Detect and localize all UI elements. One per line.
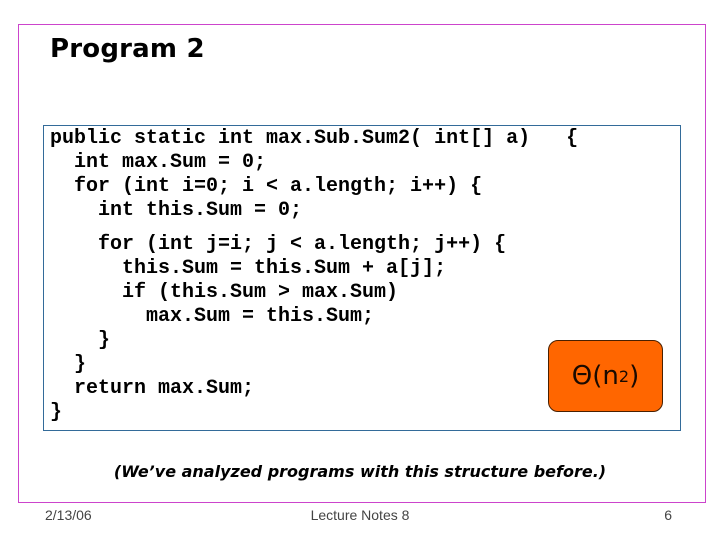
code-line: for (int j=i; j < a.length; j++) {: [50, 233, 507, 256]
footer-title: Lecture Notes 8: [310, 507, 410, 523]
slide-note: (We’ve analyzed programs with this struc…: [0, 462, 720, 481]
note-text: (We’ve analyzed programs with this struc…: [113, 462, 607, 481]
code-line: return max.Sum;: [50, 377, 255, 400]
code-line: }: [50, 329, 111, 352]
complexity-suffix: ): [629, 361, 640, 391]
complexity-badge: Θ(n 2): [548, 340, 663, 412]
code-line: if (this.Sum > max.Sum): [50, 281, 399, 304]
complexity-prefix: Θ(n: [571, 361, 619, 391]
code-line: max.Sum = this.Sum;: [50, 305, 375, 328]
code-line: }: [50, 353, 87, 376]
code-line: }: [50, 401, 63, 424]
page-number: 6: [664, 507, 672, 523]
slide-title: Program 2: [50, 34, 205, 64]
code-line: int max.Sum = 0;: [50, 151, 267, 174]
code-line: this.Sum = this.Sum + a[j];: [50, 257, 447, 280]
code-line: public static int max.Sub.Sum2( int[] a)…: [50, 127, 579, 150]
code-block: public static int max.Sub.Sum2( int[] a)…: [50, 127, 578, 425]
complexity-exponent: 2: [618, 366, 630, 386]
code-line: int this.Sum = 0;: [50, 199, 303, 222]
code-line: for (int i=0; i < a.length; i++) {: [50, 175, 483, 198]
